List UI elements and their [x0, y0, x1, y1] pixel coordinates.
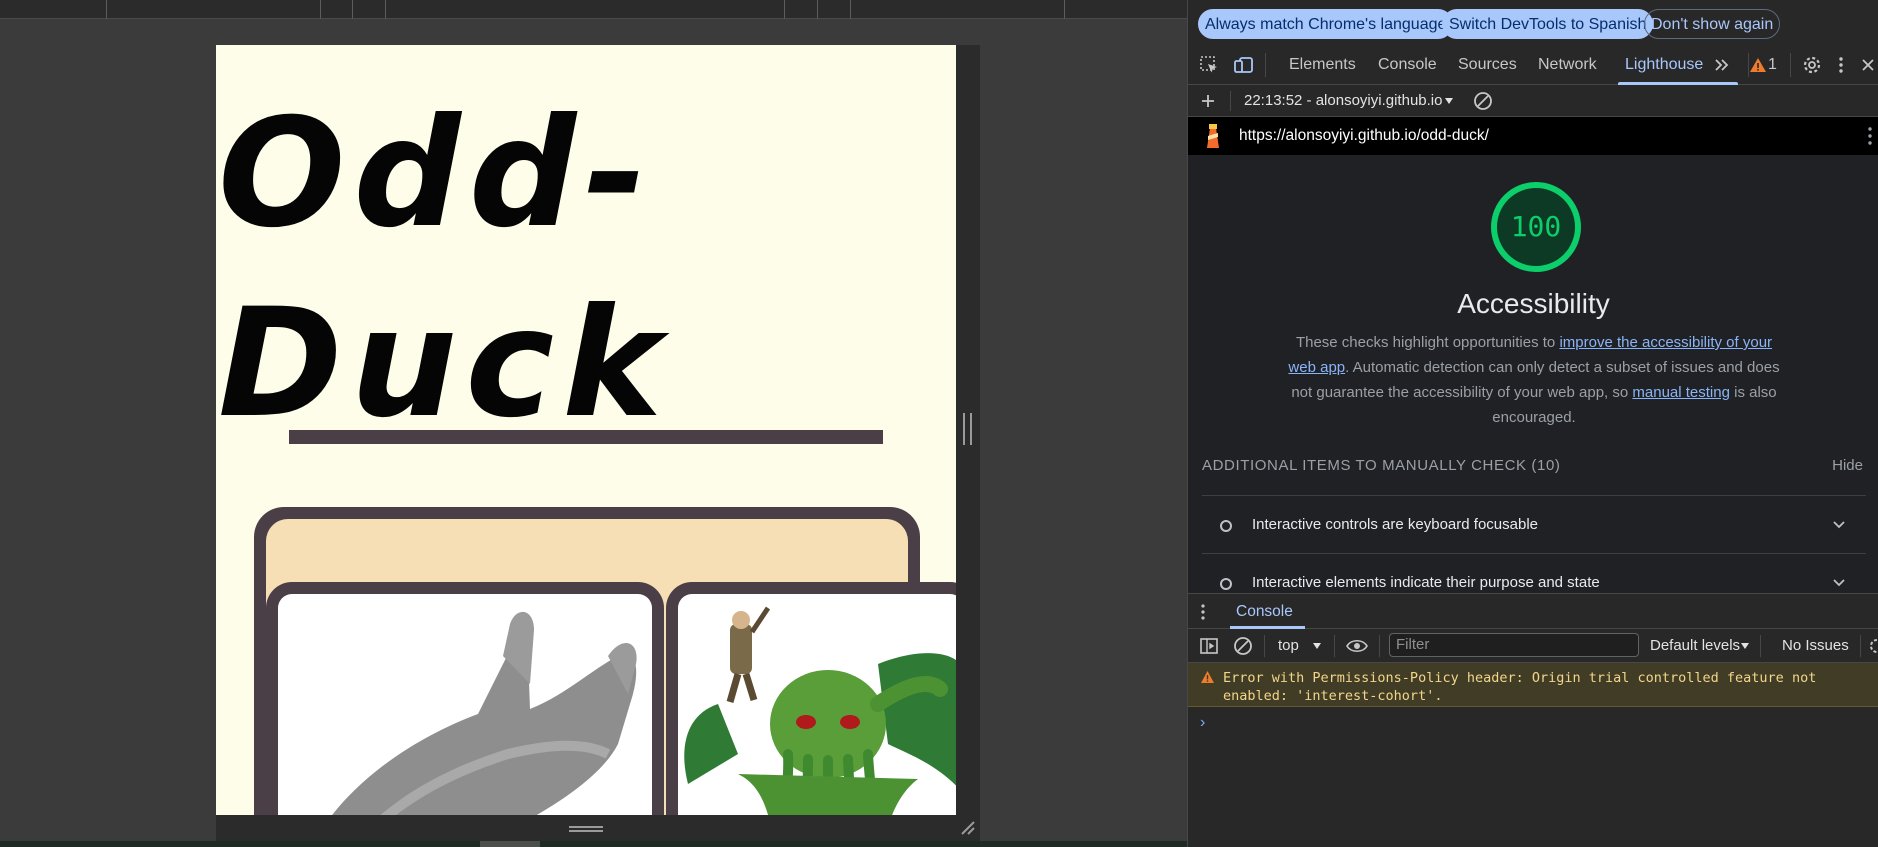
console-warning-message[interactable]: Error with Permissions-Policy header: Or… — [1188, 663, 1878, 707]
drawer-tab-bar: Console — [1188, 593, 1878, 629]
site-title-line-1: Odd- — [218, 87, 655, 261]
toolbar-separator — [1860, 635, 1861, 657]
shark-plush-illustration — [332, 611, 637, 815]
warning-triangle-icon — [1201, 671, 1214, 683]
context-selector[interactable]: top — [1278, 637, 1299, 654]
ruler-tick — [320, 0, 321, 19]
manual-testing-link[interactable]: manual testing — [1632, 384, 1730, 401]
context-dropdown-arrow-icon[interactable] — [1312, 641, 1322, 651]
audit-title: Interactive controls are keyboard focusa… — [1252, 516, 1538, 533]
screen: Odd- Duck Always match Chrome's language… — [0, 0, 1878, 847]
log-levels-dropdown[interactable]: Default levels — [1650, 637, 1740, 654]
shark-plush-image[interactable] — [278, 594, 652, 815]
issues-warning-icon[interactable] — [1748, 55, 1768, 75]
category-description: These checks highlight opportunities to … — [1284, 330, 1784, 430]
product-card-cthulhu[interactable] — [666, 582, 956, 815]
ruler-tick — [817, 0, 818, 19]
tab-lighthouse[interactable]: Lighthouse — [1625, 56, 1703, 74]
dont-show-again-button[interactable]: Don't show again — [1644, 9, 1781, 39]
audit-row[interactable]: Interactive controls are keyboard focusa… — [1202, 495, 1866, 553]
chevron-down-icon[interactable] — [1832, 576, 1846, 590]
report-selector[interactable]: 22:13:52 - alonsoyiyi.github.io — [1244, 92, 1442, 109]
tab-sources[interactable]: Sources — [1458, 56, 1517, 74]
category-title: Accessibility — [1457, 288, 1610, 319]
corner-resize-handle-icon[interactable] — [958, 818, 976, 836]
lighthouse-toolbar: 22:13:52 - alonsoyiyi.github.io — [1188, 85, 1878, 117]
report-dropdown-arrow-icon[interactable] — [1444, 96, 1454, 106]
issues-count[interactable]: 1 — [1768, 56, 1777, 74]
toolbar-separator — [1265, 53, 1266, 77]
always-match-language-button[interactable]: Always match Chrome's language — [1198, 9, 1454, 39]
live-expression-eye-icon[interactable] — [1345, 636, 1369, 656]
customize-menu-kebab-icon[interactable] — [1831, 55, 1851, 75]
ruler-tick — [106, 0, 107, 19]
title-divider — [289, 430, 883, 444]
width-resize-handle[interactable] — [963, 413, 972, 445]
toolbar-separator — [1230, 91, 1231, 111]
emulated-page: Odd- Duck — [216, 45, 956, 815]
drawer-tab-console[interactable]: Console — [1236, 603, 1293, 621]
site-title: Odd- Duck — [218, 79, 956, 459]
lighthouse-logo-icon — [1207, 124, 1219, 148]
height-resize-handle[interactable] — [569, 826, 603, 832]
audit-row[interactable]: Interactive elements indicate their purp… — [1202, 553, 1866, 593]
bottom-strip-indicator — [480, 841, 540, 847]
audit-title: Interactive elements indicate their purp… — [1252, 574, 1600, 591]
devtools-panel: Always match Chrome's language Switch De… — [1187, 0, 1878, 847]
toolbar-separator — [1264, 635, 1265, 657]
device-emulation-area: Odd- Duck — [0, 0, 1187, 847]
tab-network[interactable]: Network — [1538, 56, 1597, 74]
devtools-tab-bar: Elements Console Sources Network Lightho… — [1188, 45, 1878, 85]
chevron-down-icon[interactable] — [1832, 518, 1846, 532]
hide-manual-items-button[interactable]: Hide — [1832, 457, 1863, 474]
ruler-tick — [385, 0, 386, 19]
tab-elements[interactable]: Elements — [1289, 56, 1356, 74]
report-menu-kebab-icon[interactable] — [1866, 126, 1874, 146]
drawer-menu-kebab-icon[interactable] — [1199, 603, 1207, 621]
toolbar-separator — [1790, 53, 1791, 77]
console-toolbar: top Filter Default levels No Issues — [1188, 629, 1878, 663]
manual-audit-icon — [1220, 520, 1232, 532]
clear-reports-icon[interactable] — [1473, 91, 1493, 111]
bottom-strip — [0, 841, 1187, 847]
new-report-plus-icon[interactable] — [1200, 93, 1216, 109]
warning-text: Error with Permissions-Policy header: Or… — [1223, 670, 1817, 704]
close-devtools-icon[interactable] — [1858, 55, 1878, 75]
show-sidebar-icon[interactable] — [1199, 636, 1219, 656]
cthulhu-figure-image[interactable] — [678, 594, 956, 815]
description-text: These checks highlight opportunities to — [1295, 334, 1560, 351]
levels-dropdown-arrow-icon[interactable] — [1740, 641, 1750, 651]
product-card-shark[interactable] — [266, 582, 664, 815]
report-url[interactable]: https://alonsoyiyi.github.io/odd-duck/ — [1239, 127, 1489, 145]
ruler-tick — [784, 0, 785, 19]
console-prompt[interactable]: › — [1200, 714, 1205, 732]
lighthouse-report: 100 Accessibility These checks highlight… — [1188, 155, 1878, 593]
language-infobar: Always match Chrome's language Switch De… — [1188, 0, 1878, 45]
console-filter-input[interactable]: Filter — [1389, 633, 1639, 657]
settings-gear-icon[interactable] — [1802, 55, 1822, 75]
toolbar-separator — [1379, 635, 1380, 657]
tab-console[interactable]: Console — [1378, 56, 1437, 74]
ruler-tick — [352, 0, 353, 19]
console-output — [1188, 707, 1878, 847]
device-toolbar-icon[interactable] — [1234, 55, 1254, 75]
ruler-tick — [1064, 0, 1065, 19]
ruler-tick — [850, 0, 851, 19]
more-tabs-chevron-icon[interactable] — [1712, 55, 1732, 75]
accessibility-score: 100 — [1510, 210, 1562, 243]
cthulhu-figure-illustration — [684, 606, 956, 815]
manual-items-header: ADDITIONAL ITEMS TO MANUALLY CHECK (10) — [1202, 457, 1561, 474]
report-url-bar: https://alonsoyiyi.github.io/odd-duck/ — [1188, 117, 1878, 155]
switch-to-spanish-button[interactable]: Switch DevTools to Spanish — [1442, 9, 1654, 39]
issues-counter[interactable]: No Issues — [1782, 637, 1849, 654]
media-query-ruler[interactable] — [0, 0, 1187, 19]
clear-console-icon[interactable] — [1233, 636, 1253, 656]
manual-audit-icon — [1220, 578, 1232, 590]
console-settings-gear-icon[interactable] — [1867, 637, 1878, 655]
toolbar-separator — [1334, 635, 1335, 657]
toolbar-separator — [1760, 635, 1761, 657]
inspect-element-icon[interactable] — [1199, 55, 1219, 75]
